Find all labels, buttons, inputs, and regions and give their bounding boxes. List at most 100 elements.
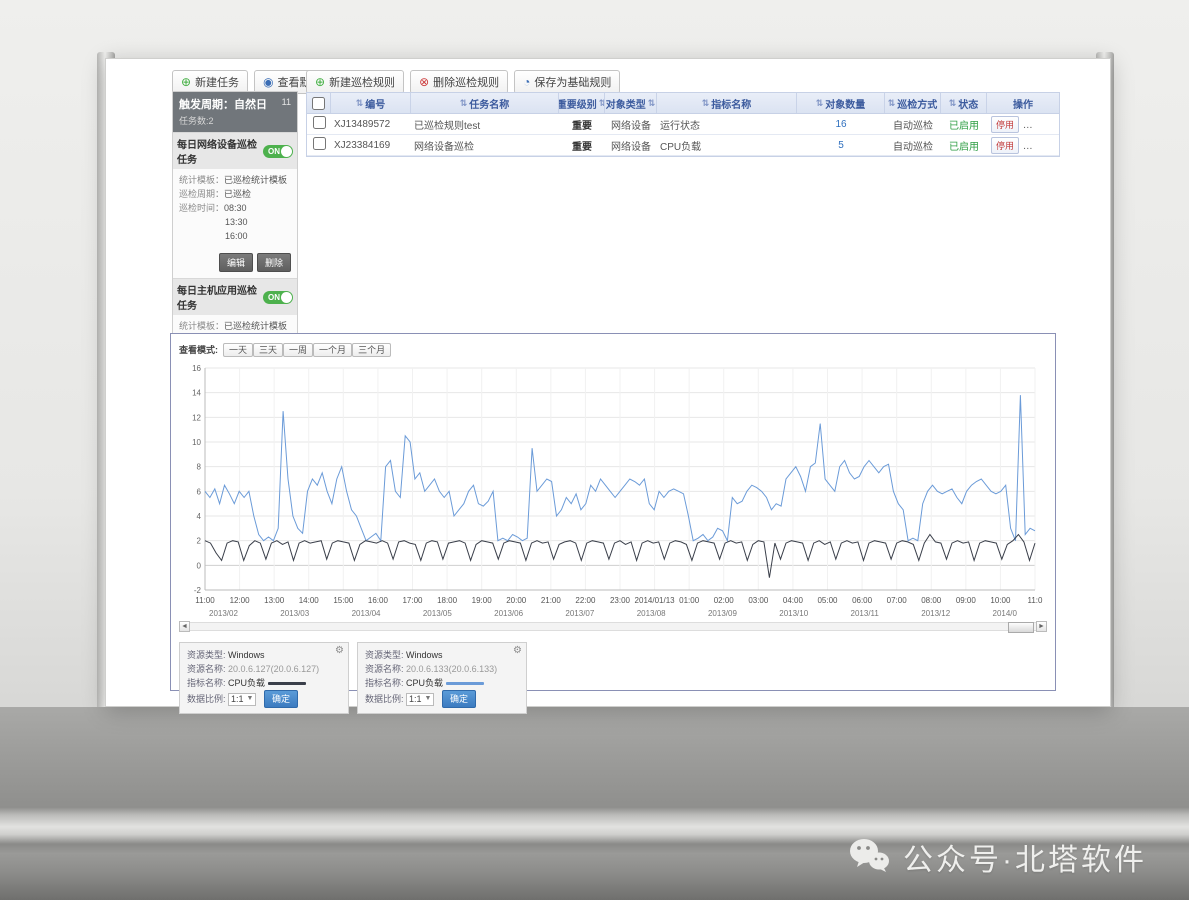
ratio-value: 1:1 bbox=[409, 692, 422, 706]
save-base-rule-button[interactable]: ◔ 保存为基础规则 bbox=[514, 70, 620, 94]
ratio-label: 数据比例: bbox=[187, 694, 226, 704]
col-level[interactable]: 重要级别⇅ bbox=[559, 93, 605, 113]
svg-text:2: 2 bbox=[197, 537, 202, 546]
date-tick: 2013/09 bbox=[708, 609, 737, 618]
col-count[interactable]: ⇅对象数量 bbox=[797, 93, 885, 113]
series-line-swatch bbox=[268, 682, 306, 685]
svg-text:21:00: 21:00 bbox=[541, 596, 562, 605]
edit-button[interactable]: 编辑 bbox=[1024, 137, 1052, 154]
ok-button[interactable]: 确定 bbox=[264, 690, 298, 708]
task-toggle[interactable]: ON bbox=[263, 291, 293, 304]
cell-name: 已巡检规则test bbox=[411, 117, 559, 132]
cell-count-link[interactable]: 16 bbox=[797, 119, 885, 130]
view-mode-label: 查看模式: bbox=[179, 343, 218, 356]
task-delete-button[interactable]: 删除 bbox=[257, 253, 291, 272]
scroll-left-arrow[interactable]: ◄ bbox=[179, 621, 190, 632]
col-metric[interactable]: ⇅指标名称 bbox=[657, 93, 797, 113]
delete-rule-button[interactable]: ⊗ 删除巡检规则 bbox=[410, 70, 508, 94]
select-all-checkbox[interactable] bbox=[312, 97, 325, 110]
row-checkbox[interactable] bbox=[313, 137, 326, 150]
collapse-icon[interactable]: 11 bbox=[282, 97, 291, 107]
task-toggle[interactable]: ON bbox=[263, 145, 293, 158]
view-mode-button[interactable]: 一周 bbox=[283, 343, 313, 357]
wechat-icon bbox=[849, 837, 891, 878]
svg-text:12:00: 12:00 bbox=[230, 596, 251, 605]
name-label: 资源名称: bbox=[187, 664, 226, 674]
view-icon: ◉ bbox=[263, 76, 273, 88]
col-mode[interactable]: ⇅巡检方式 bbox=[885, 93, 941, 113]
type-label: 资源类型: bbox=[187, 650, 226, 660]
stop-button[interactable]: 停用 bbox=[991, 116, 1019, 133]
save-icon: ◔ bbox=[523, 76, 530, 88]
date-tick: 2014/0 bbox=[993, 609, 1017, 618]
select-all-cell bbox=[307, 93, 331, 113]
col-label: 指标名称 bbox=[711, 96, 751, 111]
series-info-boxes: ⚙ 资源类型: Windows 资源名称: 20.0.6.127(20.0.6.… bbox=[179, 642, 1047, 714]
view-mode-button[interactable]: 一个月 bbox=[313, 343, 352, 357]
watermark-text: 公众号·北塔软件 bbox=[903, 835, 1147, 879]
task-title: 每日主机应用巡检任务 bbox=[177, 282, 263, 312]
cell-count-link[interactable]: 5 bbox=[797, 140, 885, 151]
svg-text:04:00: 04:00 bbox=[783, 596, 804, 605]
col-id[interactable]: ⇅编号 bbox=[331, 93, 411, 113]
sidebar-header: 触发周期：自然日 任务数:2 11 bbox=[173, 92, 297, 132]
chevron-down-icon: ▼ bbox=[247, 692, 254, 706]
date-axis: 2013/022013/032013/042013/052013/062013/… bbox=[179, 609, 1047, 618]
gear-icon[interactable]: ⚙ bbox=[513, 645, 522, 656]
cell-level: 重要 bbox=[559, 138, 605, 153]
row-select-cell bbox=[307, 137, 331, 153]
col-obj-type[interactable]: 对象类型⇅ bbox=[605, 93, 657, 113]
svg-text:06:00: 06:00 bbox=[852, 596, 873, 605]
stop-button[interactable]: 停用 bbox=[991, 137, 1019, 154]
svg-text:16: 16 bbox=[192, 364, 201, 373]
task-edit-button[interactable]: 编辑 bbox=[219, 253, 253, 272]
edit-button[interactable]: 编辑 bbox=[1024, 116, 1052, 133]
scroll-track[interactable] bbox=[190, 622, 1036, 631]
ratio-select[interactable]: 1:1▼ bbox=[228, 693, 256, 706]
date-tick: 2013/04 bbox=[352, 609, 381, 618]
field-value: 已巡检统计模板 bbox=[224, 175, 287, 185]
ratio-select[interactable]: 1:1▼ bbox=[406, 693, 434, 706]
col-status[interactable]: ⇅状态 bbox=[941, 93, 987, 113]
col-name[interactable]: ⇅任务名称 bbox=[411, 93, 559, 113]
svg-text:01:00: 01:00 bbox=[679, 596, 700, 605]
view-mode-button[interactable]: 三天 bbox=[253, 343, 283, 357]
new-rule-button[interactable]: ⊕ 新建巡检规则 bbox=[306, 70, 404, 94]
task-card-buttons: 编辑 删除 bbox=[173, 249, 297, 278]
col-label: 巡检方式 bbox=[897, 96, 937, 111]
task-title: 每日网络设备巡检任务 bbox=[177, 136, 263, 166]
date-tick: 2013/10 bbox=[779, 609, 808, 618]
ok-button[interactable]: 确定 bbox=[442, 690, 476, 708]
extra-time: 16:00 bbox=[179, 229, 291, 243]
watermark: 公众号·北塔软件 bbox=[849, 835, 1147, 879]
delete-button[interactable]: 删除 bbox=[1057, 137, 1059, 154]
backdrop: 公众号·北塔软件 ⊕ 新建任务 ◉ 查看默认规则 触发周期：自然日 任务数:2 … bbox=[0, 0, 1189, 900]
date-tick: 2013/03 bbox=[280, 609, 309, 618]
cell-mode: 自动巡检 bbox=[885, 138, 941, 153]
extra-time: 13:30 bbox=[179, 215, 291, 229]
scroll-right-arrow[interactable]: ► bbox=[1036, 621, 1047, 632]
scroll-handle[interactable] bbox=[1008, 622, 1034, 633]
cell-obj-type: 网络设备 bbox=[605, 138, 657, 153]
metric-label: 指标名称: bbox=[187, 678, 226, 688]
cell-obj-type: 网络设备 bbox=[605, 117, 657, 132]
svg-text:10: 10 bbox=[192, 438, 201, 447]
svg-text:09:00: 09:00 bbox=[956, 596, 977, 605]
cell-name: 网络设备巡检 bbox=[411, 138, 559, 153]
delete-button[interactable]: 删除 bbox=[1057, 116, 1059, 133]
view-mode-button[interactable]: 一天 bbox=[223, 343, 253, 357]
gear-icon[interactable]: ⚙ bbox=[335, 645, 344, 656]
row-checkbox[interactable] bbox=[313, 116, 326, 129]
cell-status: 已启用 bbox=[941, 138, 987, 153]
series-line-swatch bbox=[446, 682, 484, 685]
col-label: 任务名称 bbox=[469, 96, 509, 111]
name-value: 20.0.6.127(20.0.6.127) bbox=[228, 664, 319, 674]
line-chart[interactable]: -2024681012141611:0012:0013:0014:0015:00… bbox=[179, 360, 1045, 608]
save-base-rule-label: 保存为基础规则 bbox=[534, 74, 611, 90]
chart-scrollbar: ◄ ► bbox=[179, 621, 1047, 632]
view-mode-button[interactable]: 三个月 bbox=[352, 343, 391, 357]
delete-rule-label: 删除巡检规则 bbox=[433, 74, 499, 90]
svg-text:-2: -2 bbox=[194, 586, 202, 595]
cell-actions: 停用 编辑 删除 bbox=[987, 116, 1059, 133]
date-tick: 2013/05 bbox=[423, 609, 452, 618]
